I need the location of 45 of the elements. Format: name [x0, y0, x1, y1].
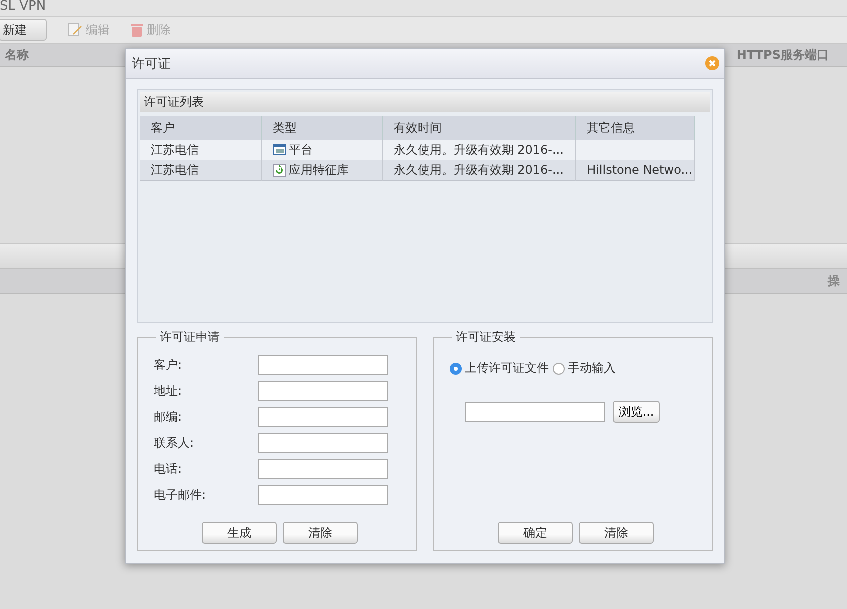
generate-button[interactable]: 生成 [202, 522, 277, 544]
browse-button[interactable]: 浏览... [613, 401, 660, 423]
column-header: 类型 [261, 116, 382, 140]
table-cell: Hillstone Netwo... [587, 163, 693, 177]
column-header: 其它信息 [576, 116, 694, 140]
field-label: 电子邮件: [154, 486, 208, 504]
dialog-title: 许可证 [132, 56, 171, 72]
section-title: 许可证列表 [140, 92, 710, 112]
confirm-button[interactable]: 确定 [498, 522, 573, 544]
column-header: 客户 [140, 116, 262, 140]
field-label: 电话: [154, 460, 184, 478]
new-button[interactable]: 新建 [0, 19, 47, 41]
table-cell: 应用特征库 [288, 162, 349, 178]
refresh-icon [272, 164, 286, 176]
column-header: 有效时间 [382, 116, 576, 140]
clear-button[interactable]: 清除 [579, 522, 654, 544]
input-field[interactable] [258, 355, 388, 375]
column-header: 名称 [5, 46, 29, 64]
radio-label[interactable]: 上传许可证文件 [465, 360, 549, 377]
field-label: 联系人: [154, 434, 196, 452]
field-label: 邮编: [154, 408, 184, 426]
input-field[interactable] [258, 381, 388, 401]
column-header: 操 [828, 272, 840, 290]
column-header: HTTPS服务端口 [736, 46, 829, 64]
input-field[interactable] [258, 433, 388, 453]
input-field[interactable] [258, 407, 388, 427]
section-title: 许可证安装 [455, 329, 517, 346]
table-cell: 永久使用。升级有效期 2016-... [382, 160, 576, 180]
section-title: 许可证申请 [159, 329, 221, 346]
close-icon[interactable] [705, 56, 720, 71]
window-icon [272, 144, 286, 156]
clear-button[interactable]: 清除 [283, 522, 358, 544]
file-field[interactable] [465, 402, 605, 422]
input-field[interactable] [258, 485, 388, 505]
radio-button[interactable] [553, 362, 565, 374]
app-title: SL VPN [0, 0, 847, 17]
trash-icon [130, 22, 144, 38]
field-label: 地址: [154, 382, 184, 400]
radio-button[interactable] [450, 362, 462, 374]
table-cell: 平台 [288, 142, 313, 158]
input-field[interactable] [258, 459, 388, 479]
edit-icon [67, 22, 83, 38]
table-cell: 江苏电信 [140, 160, 262, 180]
radio-label[interactable]: 手动输入 [568, 360, 616, 377]
field-label: 客户: [154, 356, 184, 374]
